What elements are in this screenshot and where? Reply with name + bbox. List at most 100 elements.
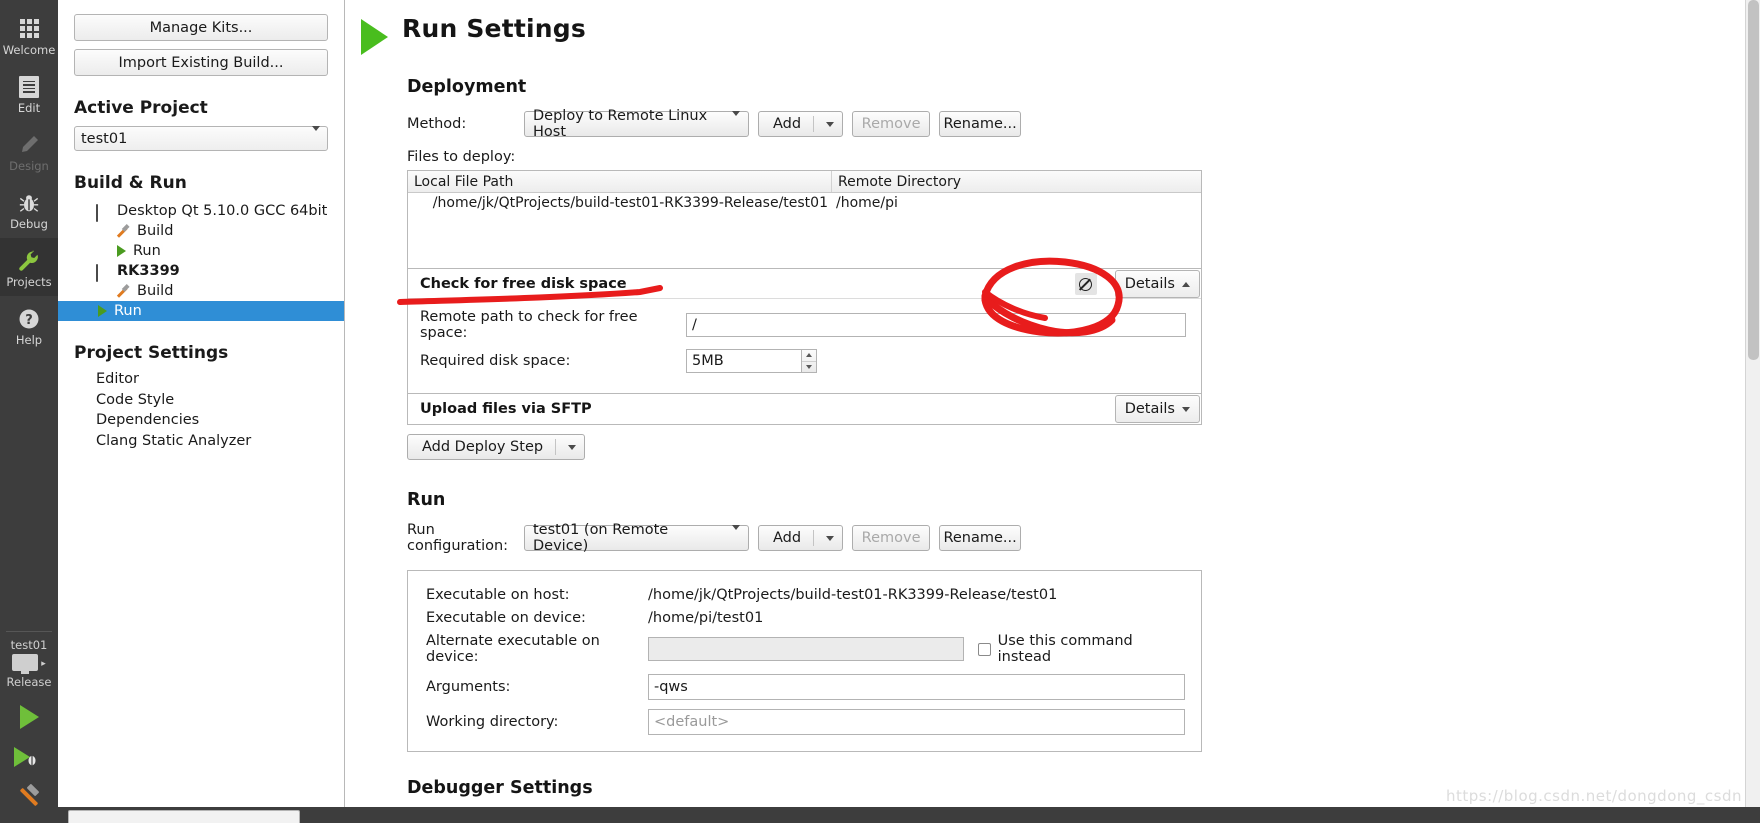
tree-item-kit-rk3399[interactable]: RK3399	[74, 261, 328, 282]
play-icon	[361, 19, 388, 55]
mode-label: Welcome	[2, 42, 56, 57]
working-directory-input[interactable]: <default>	[648, 709, 1185, 735]
hammer-icon	[115, 223, 130, 239]
mode-item-debug[interactable]: Debug	[0, 180, 58, 238]
kit-project-label: test01	[10, 638, 48, 652]
mode-label: Design	[9, 158, 49, 173]
play-icon	[98, 305, 107, 317]
required-disk-space-input[interactable]: 5MB	[686, 349, 801, 373]
chevron-down-icon	[826, 535, 835, 541]
monitor-icon	[12, 654, 39, 674]
import-existing-build-button[interactable]: Import Existing Build...	[74, 49, 328, 76]
settings-item-dependencies[interactable]: Dependencies	[74, 412, 328, 430]
remote-path-input[interactable]: /	[686, 313, 1186, 337]
add-label: Add	[773, 116, 802, 132]
spinner-buttons[interactable]	[801, 349, 817, 373]
spinner-down-button[interactable]	[802, 362, 816, 373]
use-this-command-checkbox[interactable]	[977, 642, 991, 656]
cell-remote-directory: /home/pi	[836, 195, 898, 211]
rename-label: Rename...	[943, 530, 1017, 546]
deployment-remove-button[interactable]: Remove	[852, 111, 931, 137]
table-row[interactable]: /home/jk/QtProjects/build-test01-RK3399-…	[408, 193, 1201, 213]
deployment-add-button[interactable]: Add	[758, 111, 844, 137]
arguments-input[interactable]: -qws	[648, 674, 1185, 700]
remote-path-row: Remote path to check for free space: /	[420, 309, 1189, 341]
alternate-executable-input[interactable]	[648, 637, 964, 661]
document-icon	[16, 74, 42, 100]
run-rename-button[interactable]: Rename...	[939, 525, 1022, 551]
required-disk-space-spinbox[interactable]: 5MB	[686, 349, 817, 373]
question-mark-icon: ?	[16, 306, 42, 332]
kit-buildconfig-label: Release	[6, 675, 52, 689]
run-configuration-combobox[interactable]: test01 (on Remote Device)	[524, 522, 749, 554]
run-add-button[interactable]: Add	[758, 525, 844, 551]
chevron-down-icon	[806, 364, 812, 369]
build-and-run-heading: Build & Run	[74, 173, 187, 193]
arguments-row: Arguments: -qws	[426, 674, 1187, 700]
tree-item-label: Run	[114, 303, 142, 319]
run-configuration-groupbox: Executable on host: /home/jk/QtProjects/…	[407, 570, 1202, 752]
settings-item-clang-static-analyzer[interactable]: Clang Static Analyzer	[74, 433, 328, 451]
step-details-toggle[interactable]: Details	[1114, 395, 1200, 423]
deployment-rename-button[interactable]: Rename...	[939, 111, 1022, 137]
settings-item-code-style[interactable]: Code Style	[74, 392, 328, 410]
mode-item-welcome[interactable]: Welcome	[0, 6, 58, 64]
add-deploy-step-button[interactable]: Add Deploy Step	[407, 434, 586, 460]
scrollbar-thumb[interactable]	[1748, 0, 1759, 360]
chevron-down-icon	[312, 125, 320, 147]
output-pane-tab[interactable]	[68, 810, 300, 823]
settings-item-editor[interactable]: Editor	[74, 371, 328, 389]
run-configuration-row: Run configuration: test01 (on Remote Dev…	[407, 522, 1744, 554]
run-heading: Run	[407, 490, 446, 510]
no-entry-icon	[1079, 277, 1093, 291]
monitor-icon	[96, 204, 110, 222]
executable-on-device-value: /home/pi/test01	[648, 610, 764, 626]
mode-item-edit[interactable]: Edit	[0, 64, 58, 122]
manage-kits-button[interactable]: Manage Kits...	[74, 14, 328, 41]
remove-label: Remove	[861, 530, 921, 546]
tree-item-label: Build	[137, 283, 174, 299]
mode-item-help[interactable]: ? Help	[0, 296, 58, 354]
tree-item-desktop-run[interactable]: Run	[74, 241, 328, 261]
mode-item-projects[interactable]: Projects	[0, 238, 58, 296]
mode-label: Projects	[6, 274, 52, 289]
wrench-icon	[16, 248, 42, 274]
chevron-right-icon: ▸	[41, 659, 46, 669]
tree-item-desktop-build[interactable]: Build	[74, 221, 328, 241]
debug-button[interactable]	[7, 737, 51, 777]
executable-on-device-label: Executable on device:	[426, 610, 586, 626]
kit-target-selector[interactable]: ▸	[12, 654, 46, 674]
run-remove-button[interactable]: Remove	[852, 525, 931, 551]
svg-text:?: ?	[25, 313, 33, 328]
watermark-text: https://blog.csdn.net/dongdong_csdn	[1446, 787, 1742, 805]
step-tools: Details	[1114, 394, 1201, 424]
monitor-icon	[96, 264, 110, 282]
tree-item-rk3399-build[interactable]: Build	[74, 281, 328, 301]
main-vertical-scrollbar[interactable]	[1745, 0, 1760, 808]
column-header-remote-directory[interactable]: Remote Directory	[832, 171, 1201, 192]
tree-item-label: Desktop Qt 5.10.0 GCC 64bit	[117, 203, 328, 219]
arguments-label: Arguments:	[426, 679, 511, 695]
step-details-toggle[interactable]: Details	[1114, 270, 1200, 298]
working-directory-row: Working directory: <default>	[426, 709, 1187, 735]
bug-icon	[16, 190, 42, 216]
run-button[interactable]	[7, 697, 51, 737]
project-settings-list: Editor Code Style Dependencies Clang Sta…	[74, 371, 328, 451]
details-label: Details	[1124, 401, 1175, 417]
spinner-up-button[interactable]	[802, 350, 816, 362]
tree-item-kit-desktop[interactable]: Desktop Qt 5.10.0 GCC 64bit	[74, 201, 328, 222]
working-directory-label: Working directory:	[426, 714, 559, 730]
active-project-combobox[interactable]: test01	[74, 125, 328, 151]
executable-on-device-row: Executable on device: /home/pi/test01	[426, 610, 1187, 626]
play-icon	[19, 705, 39, 729]
play-icon	[117, 245, 126, 257]
column-header-local-file-path[interactable]: Local File Path	[408, 171, 832, 192]
executable-on-host-value: /home/jk/QtProjects/build-test01-RK3399-…	[648, 587, 1058, 603]
mode-item-design[interactable]: Design	[0, 122, 58, 180]
disable-step-button[interactable]	[1074, 273, 1097, 295]
tree-item-rk3399-run[interactable]: Run	[58, 301, 344, 321]
cell-local-file-path: /home/jk/QtProjects/build-test01-RK3399-…	[432, 195, 828, 211]
deployment-method-combobox[interactable]: Deploy to Remote Linux Host	[524, 108, 749, 140]
chevron-up-icon	[1182, 281, 1190, 287]
required-disk-space-value: 5MB	[692, 353, 724, 369]
